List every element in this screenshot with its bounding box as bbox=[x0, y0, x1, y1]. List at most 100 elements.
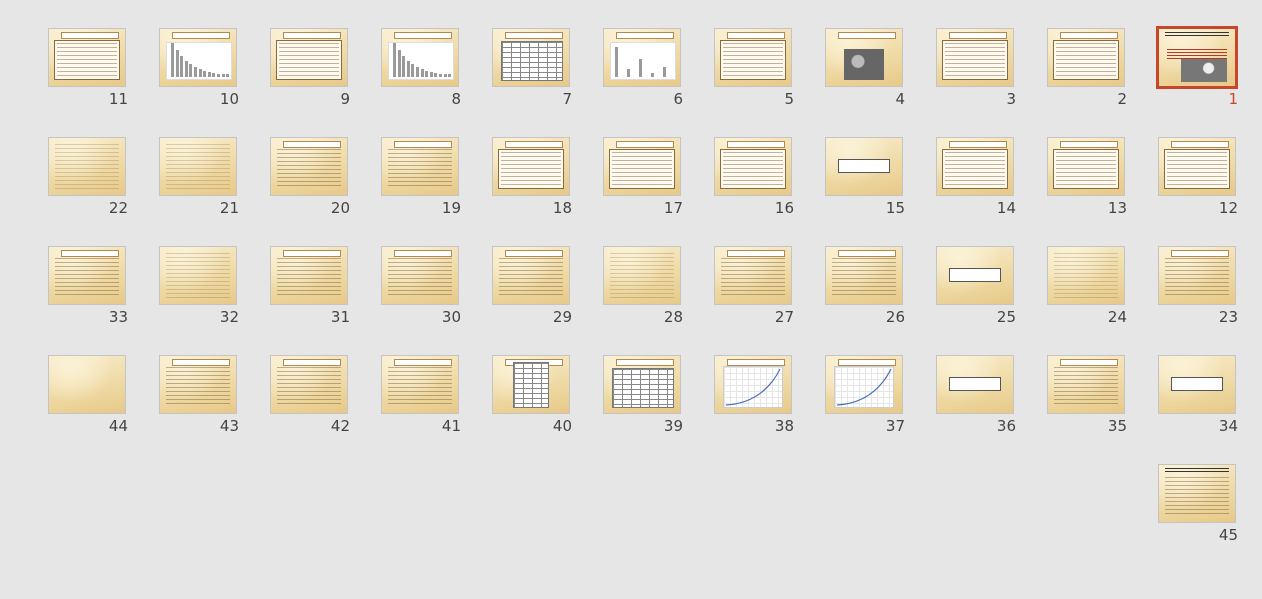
slide-preview[interactable] bbox=[1047, 28, 1125, 87]
slide-thumbnail[interactable]: 42 bbox=[270, 355, 350, 439]
slide-preview[interactable] bbox=[603, 246, 681, 305]
slide-preview[interactable] bbox=[936, 28, 1014, 87]
slide-preview[interactable] bbox=[714, 246, 792, 305]
slide-preview[interactable] bbox=[381, 246, 459, 305]
slide-number: 30 bbox=[441, 308, 461, 326]
slide-thumbnail[interactable]: 19 bbox=[381, 137, 461, 221]
slide-thumbnail[interactable]: 26 bbox=[825, 246, 905, 330]
slide-thumbnail[interactable]: 36 bbox=[936, 355, 1016, 439]
slide-preview[interactable] bbox=[270, 246, 348, 305]
slide-preview[interactable] bbox=[1047, 246, 1125, 305]
slide-preview[interactable] bbox=[1156, 26, 1238, 89]
slide-preview[interactable] bbox=[1158, 246, 1236, 305]
slide-preview[interactable] bbox=[492, 355, 570, 414]
slide-thumbnail[interactable]: 44 bbox=[48, 355, 128, 439]
slide-thumbnail[interactable]: 43 bbox=[159, 355, 239, 439]
slide-preview[interactable] bbox=[714, 28, 792, 87]
slide-thumbnail[interactable]: 1 bbox=[1156, 26, 1238, 112]
slide-thumbnail[interactable]: 28 bbox=[603, 246, 683, 330]
slide-thumbnail[interactable]: 38 bbox=[714, 355, 794, 439]
slide-text-lines bbox=[1056, 152, 1116, 186]
slide-number: 22 bbox=[108, 199, 128, 217]
slide-preview[interactable] bbox=[825, 246, 903, 305]
slide-preview[interactable] bbox=[159, 246, 237, 305]
slide-thumbnail[interactable]: 40 bbox=[492, 355, 572, 439]
slide-thumbnail[interactable]: 32 bbox=[159, 246, 239, 330]
slide-thumbnail[interactable]: 3 bbox=[936, 28, 1016, 112]
slide-preview[interactable] bbox=[603, 28, 681, 87]
slide-thumbnail[interactable]: 29 bbox=[492, 246, 572, 330]
slide-thumbnail[interactable]: 24 bbox=[1047, 246, 1127, 330]
slide-thumbnail[interactable]: 30 bbox=[381, 246, 461, 330]
slide-preview[interactable] bbox=[603, 355, 681, 414]
slide-preview[interactable] bbox=[381, 137, 459, 196]
slide-preview[interactable] bbox=[714, 137, 792, 196]
slide-thumbnail[interactable]: 7 bbox=[492, 28, 572, 112]
slide-thumbnail[interactable]: 16 bbox=[714, 137, 794, 221]
slide-thumbnail[interactable]: 10 bbox=[159, 28, 239, 112]
slide-thumbnail[interactable]: 17 bbox=[603, 137, 683, 221]
slide-title-box bbox=[1171, 141, 1229, 148]
slide-thumbnail[interactable]: 15 bbox=[825, 137, 905, 221]
slide-preview[interactable] bbox=[381, 355, 459, 414]
slide-preview[interactable] bbox=[1047, 355, 1125, 414]
slide-preview[interactable] bbox=[936, 355, 1014, 414]
slide-thumbnail[interactable]: 37 bbox=[825, 355, 905, 439]
slide-thumbnail[interactable]: 34 bbox=[1158, 355, 1238, 439]
slide-thumbnail[interactable]: 22 bbox=[48, 137, 128, 221]
slide-thumbnail[interactable]: 27 bbox=[714, 246, 794, 330]
slide-thumbnail[interactable]: 33 bbox=[48, 246, 128, 330]
slide-number: 39 bbox=[663, 417, 683, 435]
slide-preview[interactable] bbox=[48, 28, 126, 87]
slide-preview[interactable] bbox=[825, 28, 903, 87]
slide-preview[interactable] bbox=[270, 28, 348, 87]
slide-thumbnail[interactable]: 4 bbox=[825, 28, 905, 112]
slide-preview[interactable] bbox=[159, 28, 237, 87]
slide-thumbnail[interactable]: 20 bbox=[270, 137, 350, 221]
slide-thumbnail[interactable]: 5 bbox=[714, 28, 794, 112]
slide-thumbnail[interactable]: 45 bbox=[1158, 464, 1238, 548]
slide-thumbnail[interactable]: 9 bbox=[270, 28, 350, 112]
slide-thumbnail[interactable]: 12 bbox=[1158, 137, 1238, 221]
slide-thumbnail[interactable]: 41 bbox=[381, 355, 461, 439]
slide-preview[interactable] bbox=[1158, 464, 1236, 523]
slide-preview[interactable] bbox=[48, 137, 126, 196]
slide-preview[interactable] bbox=[603, 137, 681, 196]
slide-text-lines bbox=[277, 258, 341, 298]
chart-bar bbox=[393, 43, 396, 77]
slide-thumbnail[interactable]: 35 bbox=[1047, 355, 1127, 439]
slide-preview[interactable] bbox=[381, 28, 459, 87]
slide-thumbnail[interactable]: 25 bbox=[936, 246, 1016, 330]
slide-text-lines bbox=[388, 258, 452, 298]
slide-preview[interactable] bbox=[48, 246, 126, 305]
slide-preview[interactable] bbox=[270, 137, 348, 196]
slide-preview[interactable] bbox=[492, 137, 570, 196]
slide-thumbnail[interactable]: 2 bbox=[1047, 28, 1127, 112]
slide-thumbnail[interactable]: 39 bbox=[603, 355, 683, 439]
slide-thumbnail[interactable]: 8 bbox=[381, 28, 461, 112]
slide-preview[interactable] bbox=[825, 137, 903, 196]
slide-preview[interactable] bbox=[1047, 137, 1125, 196]
slide-preview[interactable] bbox=[936, 246, 1014, 305]
slide-sorter-pane[interactable]: 1 2 3 4 5 6 7 8 9 10 11 12 13 14 15 16 17 18 19 20 21 22 23 24 2… bbox=[0, 0, 1262, 599]
slide-preview[interactable] bbox=[270, 355, 348, 414]
slide-bar-chart bbox=[166, 42, 232, 80]
slide-thumbnail[interactable]: 18 bbox=[492, 137, 572, 221]
slide-thumbnail[interactable]: 21 bbox=[159, 137, 239, 221]
slide-preview[interactable] bbox=[48, 355, 126, 414]
slide-preview[interactable] bbox=[936, 137, 1014, 196]
slide-thumbnail[interactable]: 23 bbox=[1158, 246, 1238, 330]
slide-thumbnail[interactable]: 6 bbox=[603, 28, 683, 112]
slide-preview[interactable] bbox=[1158, 137, 1236, 196]
slide-thumbnail[interactable]: 31 bbox=[270, 246, 350, 330]
slide-preview[interactable] bbox=[492, 246, 570, 305]
slide-thumbnail[interactable]: 13 bbox=[1047, 137, 1127, 221]
slide-preview[interactable] bbox=[1158, 355, 1236, 414]
slide-preview[interactable] bbox=[159, 137, 237, 196]
slide-preview[interactable] bbox=[159, 355, 237, 414]
slide-preview[interactable] bbox=[714, 355, 792, 414]
slide-preview[interactable] bbox=[825, 355, 903, 414]
slide-thumbnail[interactable]: 11 bbox=[48, 28, 128, 112]
slide-thumbnail[interactable]: 14 bbox=[936, 137, 1016, 221]
slide-preview[interactable] bbox=[492, 28, 570, 87]
